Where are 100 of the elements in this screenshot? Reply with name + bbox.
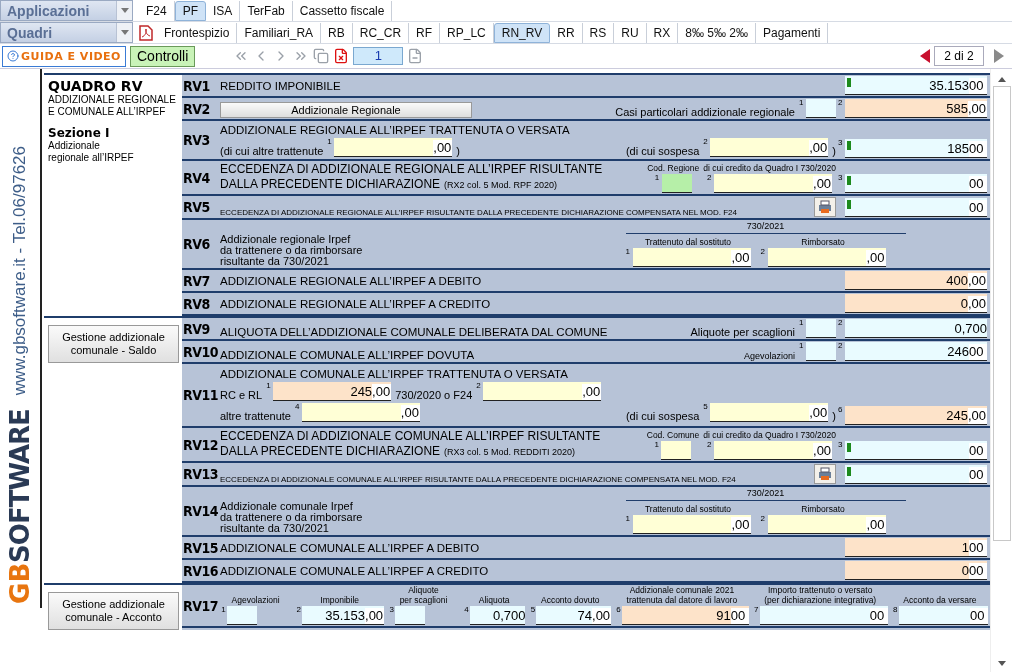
amount-field[interactable]: 00	[759, 606, 888, 625]
section-tab[interactable]: Pagamenti	[755, 22, 829, 43]
amount-field[interactable]: 00	[845, 198, 987, 217]
scroll-down-icon[interactable]	[997, 661, 1006, 666]
amount-field[interactable]: ,00	[714, 441, 833, 460]
row-label: ECCEDENZA DI ADDIZIONALE COMUNALE ALL’IRPEF RISULTANTE DALLA PRECEDENTE DICHIARAZIONE COMPENSATA NEL MOD. F24	[220, 475, 736, 484]
applications-dropdown[interactable]: Applicazioni	[0, 0, 133, 21]
amount-field[interactable]: 35.153,00	[302, 606, 385, 625]
section-button[interactable]: Addizionale Regionale	[220, 102, 472, 118]
amount-field[interactable]: 0,700	[469, 606, 526, 625]
code-field[interactable]	[806, 342, 836, 361]
amount-field[interactable]: 24600	[845, 342, 987, 361]
amount-field[interactable]: ,00	[334, 137, 453, 157]
code-field[interactable]	[395, 606, 426, 625]
amount-field[interactable]: ,00	[483, 382, 602, 401]
amount-field[interactable]: 18500	[845, 139, 987, 158]
copy-icon[interactable]	[313, 48, 330, 64]
amount-field[interactable]: ,00	[710, 137, 829, 157]
field-number: 1	[625, 248, 631, 256]
code-field[interactable]	[661, 441, 692, 460]
field-number: 2	[476, 382, 482, 390]
remove-icon[interactable]	[407, 48, 424, 64]
amount-field[interactable]: ,00	[710, 403, 829, 422]
amount-field[interactable]: 74,00	[536, 606, 612, 625]
row-label: Addizionale comunale Irpef	[220, 501, 354, 512]
code-field[interactable]	[806, 319, 836, 338]
amount-field[interactable]: 00	[898, 606, 988, 625]
app-tab[interactable]: ISA	[206, 0, 241, 21]
section-tab[interactable]: RS	[582, 22, 615, 43]
row-label: DALLA PRECEDENTE DICHIARAZIONE (RX3 col. 5 Mod. REDDITI 2020)	[220, 444, 577, 460]
amount-field[interactable]: 9100	[622, 606, 749, 625]
next-arrow-icon[interactable]	[994, 49, 1004, 63]
amount-field[interactable]: ,00	[767, 515, 886, 534]
section-tab[interactable]: RN_RV	[493, 22, 551, 43]
app-tab[interactable]: TerFab	[240, 0, 293, 21]
print-button[interactable]	[814, 197, 836, 217]
field-number: 8	[892, 606, 899, 614]
field-caption: (di cui sospesa	[625, 144, 700, 157]
row-label: da trattenere o da rimborsare	[220, 512, 363, 523]
pdf-icon[interactable]	[139, 24, 153, 41]
delete-page-icon[interactable]	[333, 48, 350, 64]
amount-field[interactable]: 00	[845, 441, 987, 460]
section-tab[interactable]: RR	[550, 22, 583, 43]
field-caption: Cod. Comune	[646, 431, 700, 440]
scrollbar-thumb[interactable]	[992, 86, 1011, 541]
row-label: ECCEDENZA DI ADDIZIONALE REGIONALE ALL’IRPEF RISULTANTE	[220, 162, 603, 177]
row-label: risultante da 730/2021	[220, 523, 330, 534]
field-caption: Importo trattenuto o versato	[767, 586, 874, 595]
field-caption: RC e RL	[220, 389, 263, 401]
section-tab[interactable]: RX	[646, 22, 679, 43]
amount-field[interactable]: 100	[845, 538, 987, 557]
amount-field[interactable]: ,00	[632, 248, 751, 267]
field-number: 1	[266, 382, 272, 390]
code-field[interactable]	[661, 174, 692, 193]
app-tab[interactable]: F24	[139, 0, 175, 21]
row-label: da trattenere o da rimborsare	[220, 245, 363, 256]
field-number: 1	[327, 137, 333, 146]
amount-field[interactable]: 245,00	[273, 382, 392, 401]
section-tab[interactable]: RB	[321, 22, 353, 43]
section-tab[interactable]: RF	[409, 22, 441, 43]
section-tab[interactable]: Familiari_RA	[237, 22, 322, 43]
field-number: 2	[838, 99, 844, 107]
amount-field[interactable]: 400,00	[845, 271, 987, 290]
row-code: RV16	[182, 562, 218, 579]
app-tab[interactable]: Cassetto fiscale	[292, 0, 393, 21]
scroll-up-icon[interactable]	[997, 77, 1006, 82]
code-field[interactable]	[227, 606, 257, 625]
checks-button[interactable]: Controlli	[130, 45, 196, 67]
sections-dropdown[interactable]: Quadri	[0, 22, 133, 43]
previous-arrow-icon[interactable]	[920, 49, 930, 63]
amount-field[interactable]: 245,00	[845, 406, 987, 425]
code-field[interactable]	[806, 99, 836, 118]
section-tab[interactable]: RC_CR	[352, 22, 410, 43]
app-tab[interactable]: PF	[174, 0, 207, 21]
amount-field[interactable]: ,00	[714, 174, 833, 193]
amount-field[interactable]: 0,00	[845, 294, 987, 313]
row-code: RV17	[182, 597, 218, 614]
amount-field[interactable]: ,00	[301, 403, 420, 422]
amount-field[interactable]: 00	[845, 465, 987, 484]
amount-field[interactable]: 00	[845, 174, 987, 193]
page-field[interactable]: 1	[353, 47, 404, 65]
section-tab[interactable]: RU	[614, 22, 647, 43]
row-label: ECCEDENZA DI ADDIZIONALE COMUNALE ALL’IRPEF RISULTANTE	[220, 429, 601, 444]
section-tab[interactable]: RP_LC	[440, 22, 494, 43]
print-button[interactable]	[814, 464, 836, 484]
section-tab[interactable]: 8‰ 5‰ 2‰	[678, 22, 756, 43]
manage-button[interactable]: Gestione addizionale comunale - Acconto	[48, 592, 179, 630]
amount-field[interactable]: 0,700	[845, 319, 987, 338]
amount-field[interactable]: ,00	[767, 248, 886, 267]
row-code: RV9	[182, 320, 211, 337]
amount-field[interactable]: 35.15300	[845, 76, 987, 95]
section-tab[interactable]: Frontespizio	[157, 22, 238, 43]
amount-field[interactable]: 000	[845, 561, 987, 580]
field-caption: 730/2020 o F24	[395, 389, 473, 401]
field-number: 6	[838, 406, 844, 414]
manage-button[interactable]: Gestione addizionale comunale - Saldo	[48, 325, 179, 363]
field-caption: Agevolazioni	[743, 351, 795, 361]
amount-field[interactable]: ,00	[632, 515, 751, 534]
amount-field[interactable]: 585,00	[845, 99, 987, 118]
field-caption: Agevolazioni	[230, 596, 281, 605]
